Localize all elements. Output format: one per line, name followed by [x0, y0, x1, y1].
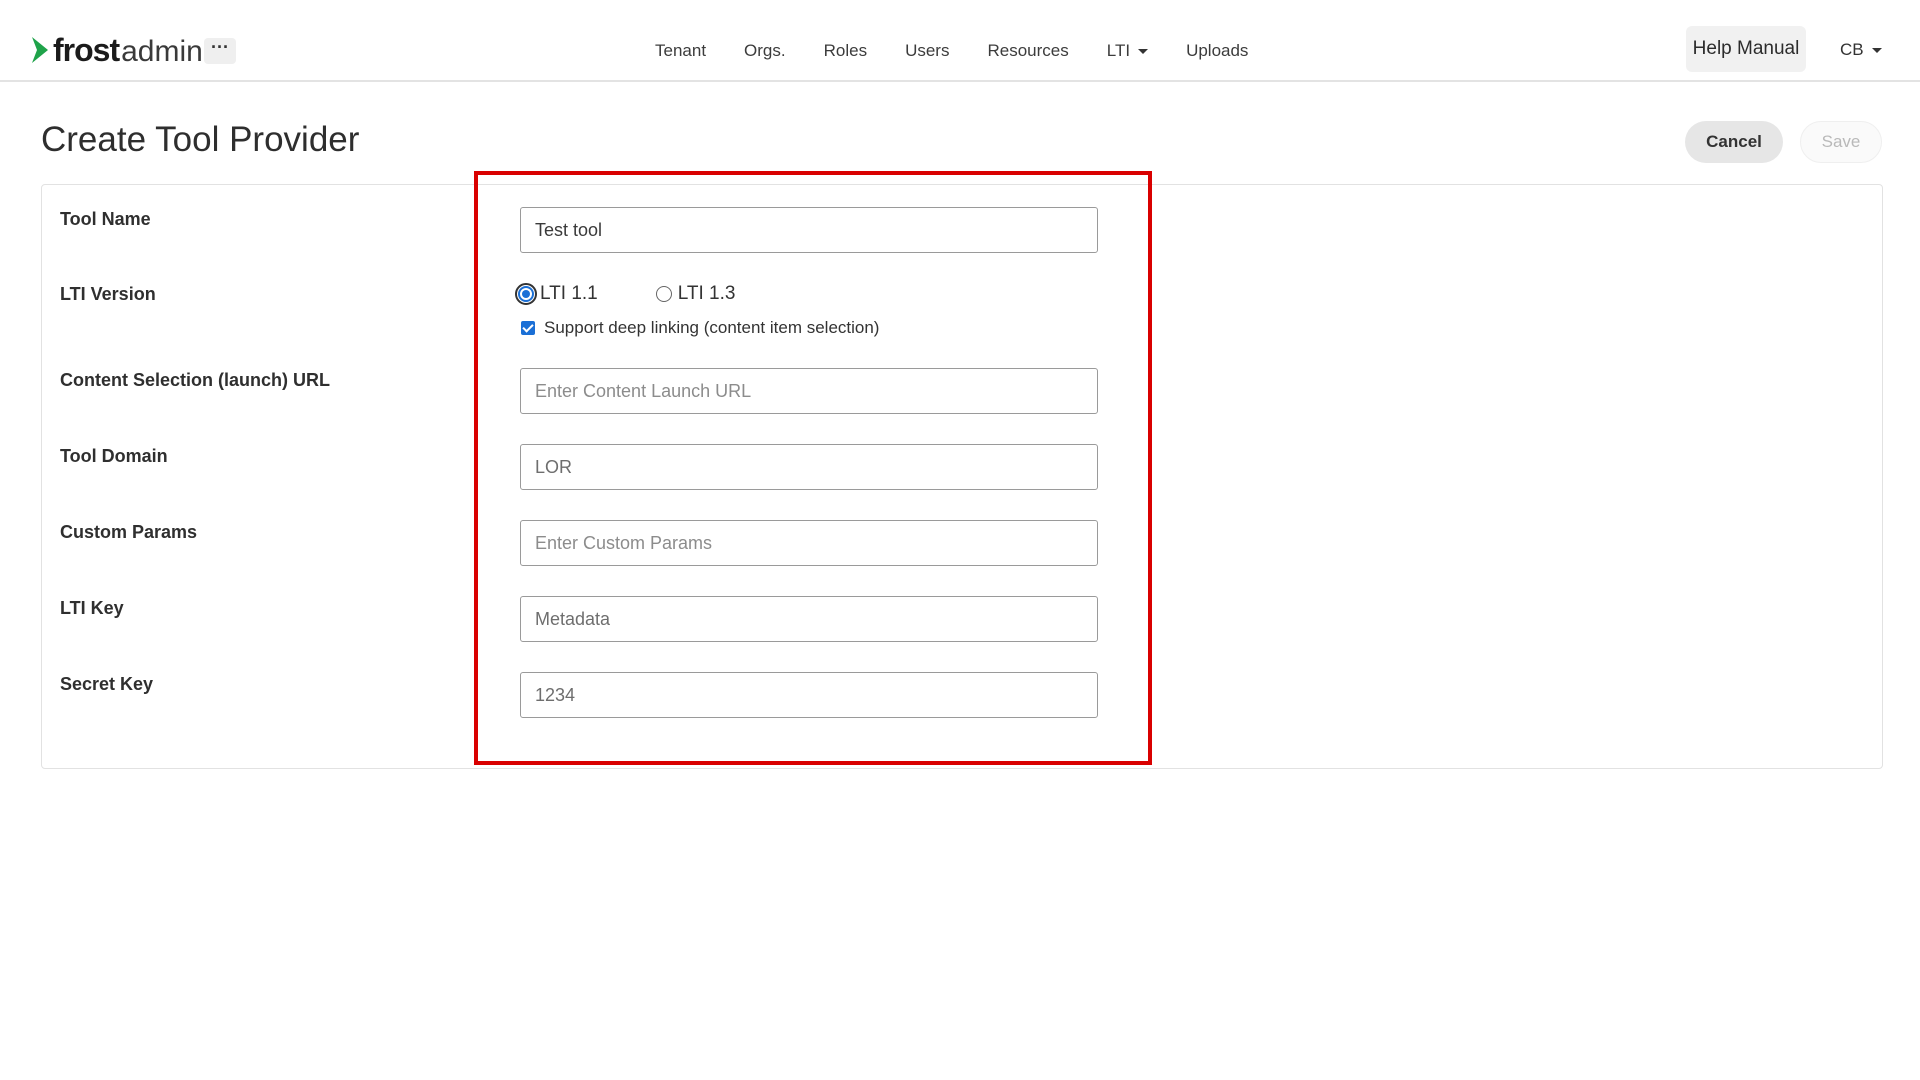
- user-initials: CB: [1840, 40, 1864, 59]
- nav-item-uploads[interactable]: Uploads: [1186, 41, 1248, 61]
- user-menu-dropdown[interactable]: CB: [1840, 40, 1882, 60]
- custom-params-input[interactable]: [520, 520, 1098, 566]
- top-navigation-bar: frost admin ··· Tenant Orgs. Roles Users…: [0, 0, 1920, 82]
- launch-url-label: Content Selection (launch) URL: [60, 370, 330, 390]
- nav-item-tenant[interactable]: Tenant: [655, 41, 706, 61]
- nav-item-resources[interactable]: Resources: [987, 41, 1068, 61]
- help-manual-button[interactable]: Help Manual: [1686, 26, 1806, 72]
- logo-text-frost: frost: [53, 32, 120, 68]
- nav-item-lti-label: LTI: [1106, 41, 1131, 60]
- nav-item-users[interactable]: Users: [905, 41, 949, 61]
- lti-key-input[interactable]: [520, 596, 1098, 642]
- secret-key-input[interactable]: [520, 672, 1098, 718]
- page-title: Create Tool Provider: [41, 120, 360, 159]
- custom-params-label: Custom Params: [60, 522, 198, 542]
- lti-version-label: LTI Version: [60, 284, 156, 304]
- nav-item-roles[interactable]: Roles: [824, 41, 867, 61]
- frost-logo-icon: [32, 37, 48, 63]
- chevron-down-icon: [1871, 48, 1882, 54]
- lti-version-radio-group: LTI 1.1 LTI 1.3: [515, 283, 736, 305]
- lti-key-label: LTI Key: [60, 598, 124, 618]
- save-button[interactable]: Save: [1800, 121, 1882, 163]
- more-options-button[interactable]: ···: [204, 38, 236, 64]
- logo-text-admin: admin: [121, 35, 203, 68]
- nav-item-lti-dropdown[interactable]: LTI: [1106, 41, 1149, 61]
- deep-linking-label: Support deep linking (content item selec…: [544, 318, 880, 337]
- tool-domain-label: Tool Domain: [60, 446, 168, 466]
- cancel-button[interactable]: Cancel: [1685, 121, 1783, 163]
- main-nav: Tenant Orgs. Roles Users Resources LTI U…: [655, 38, 1286, 64]
- secret-key-label: Secret Key: [60, 674, 154, 694]
- deep-linking-checkbox[interactable]: [521, 321, 535, 335]
- chevron-down-icon: [1138, 49, 1149, 55]
- deep-linking-checkbox-row: Support deep linking (content item selec…: [521, 318, 879, 338]
- lti-1-3-radio[interactable]: [655, 286, 672, 302]
- nav-item-orgs[interactable]: Orgs.: [744, 41, 786, 61]
- lti-1-3-label: LTI 1.3: [677, 283, 736, 304]
- tool-name-label: Tool Name: [60, 209, 151, 229]
- lti-1-1-radio[interactable]: [515, 283, 537, 305]
- frost-admin-logo[interactable]: frost admin: [30, 32, 203, 68]
- tool-name-input[interactable]: [520, 207, 1098, 253]
- tool-domain-input[interactable]: [520, 444, 1098, 490]
- lti-1-1-label: LTI 1.1: [540, 283, 598, 304]
- launch-url-input[interactable]: [520, 368, 1098, 414]
